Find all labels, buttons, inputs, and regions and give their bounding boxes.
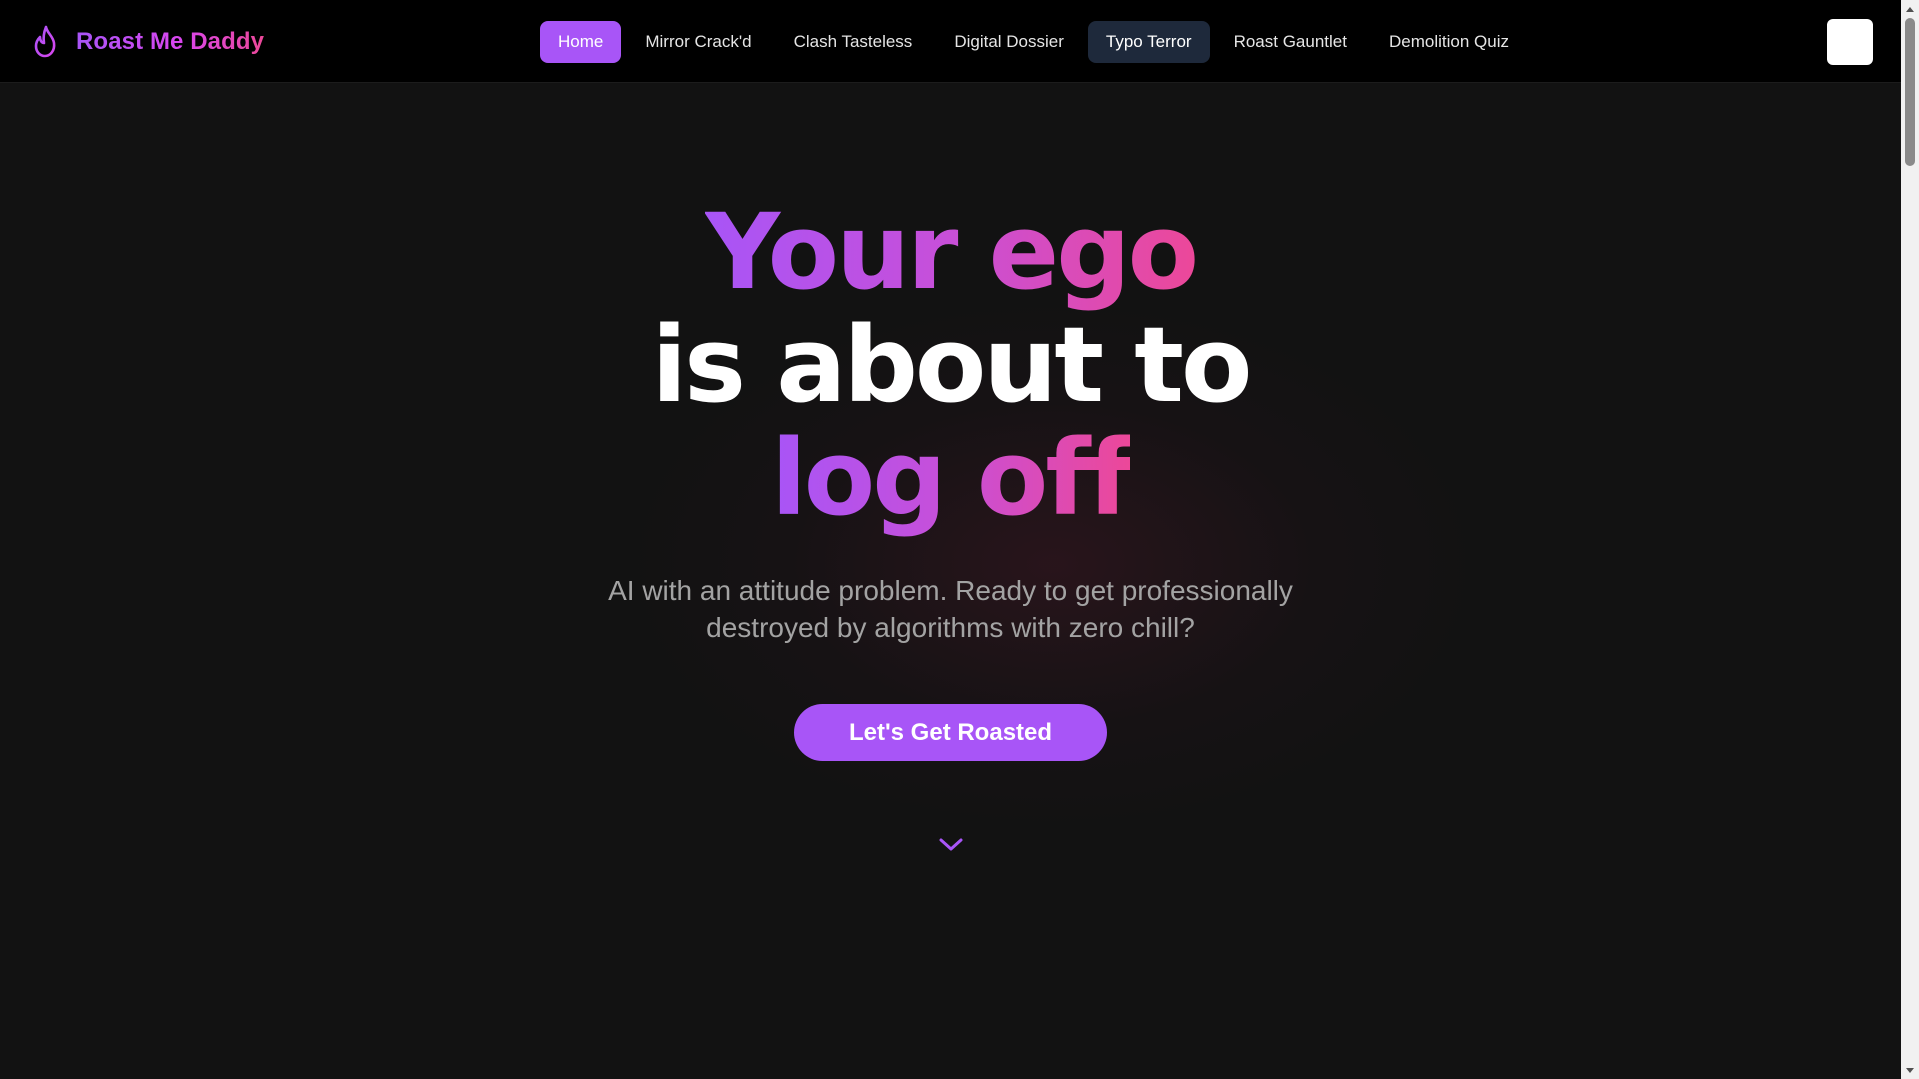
brand-logo-link[interactable]: Roast Me Daddy (30, 22, 264, 62)
main-nav: Home Mirror Crack'd Clash Tasteless Digi… (540, 21, 1527, 63)
vertical-scrollbar[interactable] (1901, 0, 1919, 1079)
nav-item-home[interactable]: Home (540, 21, 622, 63)
hero-title: Your ego is about to log off (0, 196, 1901, 535)
brand-name: Roast Me Daddy (76, 28, 265, 55)
nav-item-digital-dossier[interactable]: Digital Dossier (936, 21, 1082, 63)
hero-subtitle: AI with an attitude problem. Ready to ge… (608, 575, 1293, 643)
menu-button[interactable] (1827, 19, 1873, 65)
hero-title-line-1: Your ego (704, 191, 1199, 313)
top-navbar: Roast Me Daddy Home Mirror Crack'd Clash… (0, 0, 1901, 83)
nav-item-typo-terror[interactable]: Typo Terror (1087, 21, 1210, 63)
hero-title-line-3: log off (771, 417, 1133, 539)
scroll-up-arrow-icon[interactable] (1901, 0, 1919, 17)
page: Roast Me Daddy Home Mirror Crack'd Clash… (0, 0, 1919, 1079)
nav-item-roast-gauntlet[interactable]: Roast Gauntlet (1216, 21, 1365, 63)
nav-item-clash-tasteless[interactable]: Clash Tasteless (776, 21, 931, 63)
chevron-down-icon[interactable] (937, 836, 965, 854)
get-roasted-button[interactable]: Let's Get Roasted (794, 704, 1107, 761)
flame-icon (34, 25, 56, 58)
scrollbar-thumb[interactable] (1905, 18, 1915, 166)
hero-title-line-2: is about to (651, 304, 1253, 426)
nav-item-demolition-quiz[interactable]: Demolition Quiz (1371, 21, 1527, 63)
scroll-down-arrow-icon[interactable] (1901, 1062, 1919, 1079)
nav-item-mirror-crackd[interactable]: Mirror Crack'd (627, 21, 769, 63)
